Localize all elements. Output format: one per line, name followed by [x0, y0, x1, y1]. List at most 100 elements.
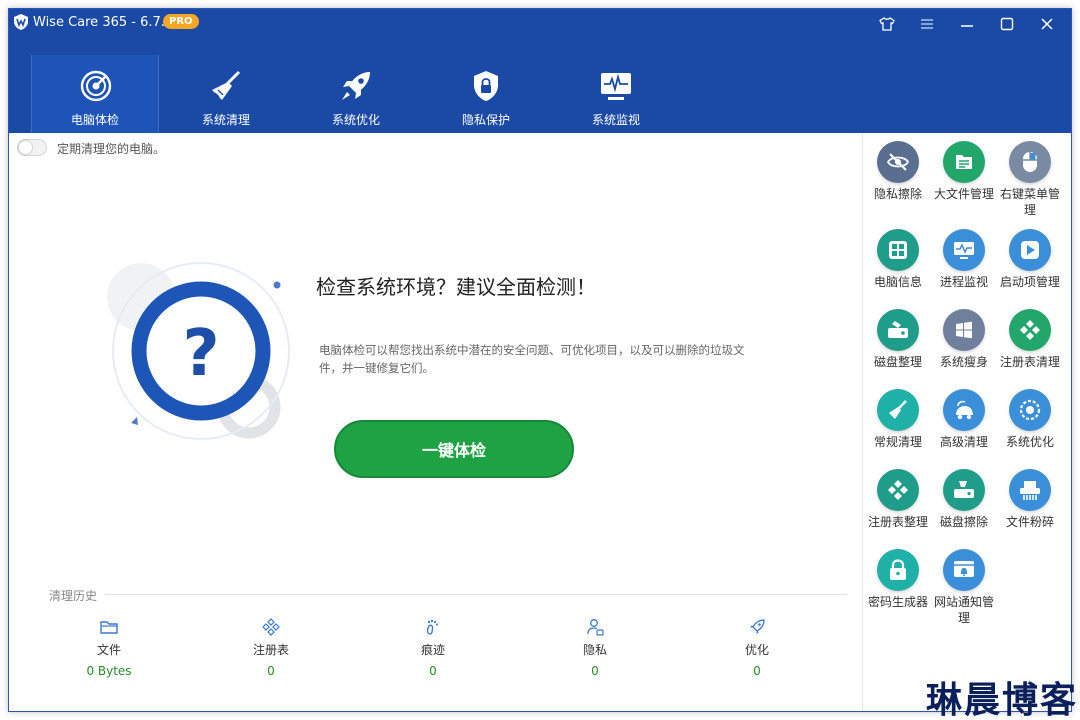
- shirt-icon: [879, 17, 895, 31]
- tool-regular-clean[interactable]: 常规清理: [865, 389, 931, 450]
- tab-label: 系统清理: [201, 113, 250, 127]
- gear-boost-icon: [1009, 389, 1051, 431]
- close-icon: [1041, 18, 1053, 30]
- history-value: 0 Bytes: [86, 664, 132, 678]
- tool-disk-wipe[interactable]: 磁盘擦除: [931, 469, 997, 530]
- tool-privacy-erase[interactable]: 隐私擦除: [865, 141, 931, 202]
- tool-registry-cleaner[interactable]: 注册表清理: [997, 309, 1063, 370]
- main-content: 定期清理您的电脑。 ? 检查系统环境？建议全面检测！ 电脑体检可以帮您找出系统中…: [9, 133, 862, 711]
- menu-button[interactable]: [913, 13, 941, 35]
- tab-pc-checkup[interactable]: 电脑体检: [31, 55, 159, 133]
- tab-system-optimize[interactable]: 系统优化: [292, 55, 420, 133]
- user-privacy-icon: [587, 619, 604, 636]
- computer-info-icon: [877, 229, 919, 271]
- tab-label: 系统监视: [591, 113, 640, 127]
- svg-text:?: ?: [182, 317, 219, 391]
- tool-computer-info[interactable]: 电脑信息: [865, 229, 931, 290]
- tool-label: 启动项管理: [999, 275, 1060, 289]
- tool-label: 磁盘整理: [873, 355, 922, 369]
- history-name: 隐私: [582, 643, 607, 657]
- play-icon: [1009, 229, 1051, 271]
- tool-label: 注册表清理: [999, 355, 1060, 369]
- history-item-privacy: 隐私 0: [535, 617, 655, 678]
- footprint-icon: [426, 619, 438, 635]
- app-window: Wise Care 365 - 6.7.4 PRO 电脑体检 系统清理 系统优化…: [8, 8, 1072, 712]
- radar-icon: [80, 70, 112, 102]
- app-logo-icon: [14, 14, 28, 30]
- question-mark-illustration: ?: [107, 262, 290, 440]
- blog-watermark: 琳晨博客: [925, 679, 1078, 720]
- eye-off-icon: [877, 141, 919, 183]
- tool-process-monitor[interactable]: 进程监视: [931, 229, 997, 290]
- shredder-icon: [1009, 469, 1051, 511]
- tool-label: 常规清理: [873, 435, 922, 449]
- tab-label: 电脑体检: [70, 113, 119, 127]
- header: Wise Care 365 - 6.7.4 PRO 电脑体检 系统清理 系统优化…: [9, 9, 1071, 133]
- web-bell-icon: [943, 549, 985, 591]
- schedule-clean-label: 定期清理您的电脑。: [57, 142, 166, 156]
- broom-icon: [212, 70, 241, 100]
- registry-clean-icon: [1009, 309, 1051, 351]
- history-item-traces: 痕迹 0: [373, 617, 493, 678]
- tab-label: 系统优化: [331, 113, 380, 127]
- tool-large-file-manager[interactable]: 大文件管理: [931, 141, 997, 202]
- tab-system-clean[interactable]: 系统清理: [162, 55, 290, 133]
- tool-system-optimize[interactable]: 系统优化: [997, 389, 1063, 450]
- disk-defrag-icon: [877, 309, 919, 351]
- minimize-button[interactable]: [953, 13, 981, 35]
- history-value: 0: [267, 664, 275, 678]
- tool-label: 文件粉碎: [1005, 515, 1054, 529]
- process-monitor-icon: [943, 229, 985, 271]
- history-value: 0: [753, 664, 761, 678]
- close-button[interactable]: [1033, 13, 1061, 35]
- schedule-clean-toggle[interactable]: [17, 139, 47, 156]
- app-title: Wise Care 365 - 6.7.4: [33, 15, 174, 30]
- tool-label: 进程监视: [939, 275, 988, 289]
- tool-system-slim[interactable]: 系统瘦身: [931, 309, 997, 370]
- rocket-small-icon: [750, 619, 765, 634]
- tool-label: 电脑信息: [873, 275, 922, 289]
- tab-system-monitor[interactable]: 系统监视: [552, 55, 680, 133]
- tool-label: 网站通知管理: [933, 595, 994, 625]
- tool-password-generator[interactable]: 密码生成器: [865, 549, 931, 610]
- tool-web-notification-manager[interactable]: 网站通知管理: [931, 549, 997, 626]
- history-item-optimize: 优化 0: [697, 617, 817, 678]
- tool-label: 高级清理: [939, 435, 988, 449]
- headline: 检查系统环境？建议全面检测！: [316, 275, 596, 299]
- minimize-icon: [961, 25, 973, 27]
- tool-label: 右键菜单管理: [999, 187, 1060, 217]
- tool-registry-defrag[interactable]: 注册表整理: [865, 469, 931, 530]
- one-click-check-button[interactable]: 一键体检: [334, 420, 574, 478]
- maximize-icon: [1000, 17, 1014, 31]
- tool-label: 注册表整理: [867, 515, 928, 529]
- tool-disk-defrag[interactable]: 磁盘整理: [865, 309, 931, 370]
- tool-label: 大文件管理: [933, 187, 994, 201]
- title-bar[interactable]: Wise Care 365 - 6.7.4 PRO: [9, 9, 1071, 39]
- folder-icon: [100, 621, 118, 634]
- registry-defrag-icon: [877, 469, 919, 511]
- disk-wipe-icon: [943, 469, 985, 511]
- vacuum-icon: [943, 389, 985, 431]
- tool-label: 隐私擦除: [873, 187, 922, 201]
- description: 电脑体检可以帮您找出系统中潜在的安全问题、可优化项目，以及可以删除的垃圾文件，并…: [319, 343, 745, 375]
- tool-advanced-clean[interactable]: 高级清理: [931, 389, 997, 450]
- tool-file-shredder[interactable]: 文件粉碎: [997, 469, 1063, 530]
- history-name: 注册表: [252, 643, 289, 657]
- broom-clean-icon: [877, 389, 919, 431]
- history-value: 0: [591, 664, 599, 678]
- tool-label: 磁盘擦除: [939, 515, 988, 529]
- hamburger-menu-icon: [921, 19, 933, 29]
- history-item-registry: 注册表 0: [211, 617, 331, 678]
- maximize-button[interactable]: [993, 13, 1021, 35]
- tool-label: 密码生成器: [867, 595, 928, 609]
- tool-startup-manager[interactable]: 启动项管理: [997, 229, 1063, 290]
- history-name: 文件: [96, 643, 121, 657]
- tab-privacy-protect[interactable]: 隐私保护: [422, 55, 550, 133]
- monitor-pulse-icon: [601, 73, 631, 100]
- pro-badge: PRO: [163, 14, 199, 29]
- history-name: 优化: [744, 643, 769, 657]
- windows-icon: [943, 309, 985, 351]
- tool-context-menu-manager[interactable]: 右键菜单管理: [997, 141, 1063, 218]
- history-title: 清理历史: [49, 589, 98, 603]
- skin-button[interactable]: [873, 13, 901, 35]
